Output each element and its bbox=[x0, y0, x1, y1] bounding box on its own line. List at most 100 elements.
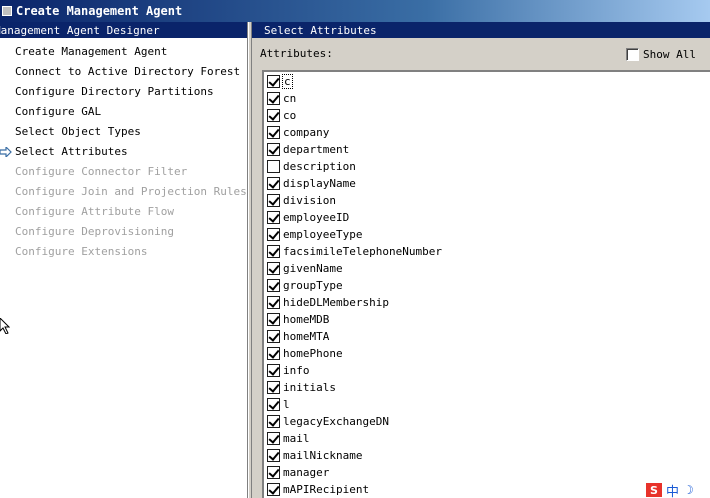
attribute-list-item[interactable]: initials bbox=[264, 379, 710, 396]
designer-pane: Management Agent Designer Create Managem… bbox=[0, 22, 248, 498]
wizard-step-label: Create Management Agent bbox=[15, 45, 168, 58]
attribute-name: mail bbox=[283, 432, 310, 445]
attribute-list-item[interactable]: givenName bbox=[264, 260, 710, 277]
attribute-list-item[interactable]: description bbox=[264, 158, 710, 175]
show-all-label[interactable]: Show All bbox=[643, 48, 696, 61]
attribute-name: l bbox=[283, 398, 290, 411]
checked-checkbox-icon[interactable] bbox=[267, 194, 280, 207]
attribute-name: givenName bbox=[283, 262, 343, 275]
checked-checkbox-icon[interactable] bbox=[267, 211, 280, 224]
attribute-list-item[interactable]: mail bbox=[264, 430, 710, 447]
wizard-step[interactable]: Configure Directory Partitions bbox=[0, 82, 247, 102]
attribute-name: homePhone bbox=[283, 347, 343, 360]
attribute-name: mAPIRecipient bbox=[283, 483, 370, 496]
wizard-step-label: Configure Join and Projection Rules bbox=[15, 185, 247, 198]
attribute-list-item[interactable]: info bbox=[264, 362, 710, 379]
wizard-step: Configure Attribute Flow bbox=[0, 202, 247, 222]
attribute-name: employeeType bbox=[283, 228, 363, 241]
wizard-step-label: Configure Directory Partitions bbox=[15, 85, 214, 98]
checked-checkbox-icon[interactable] bbox=[267, 143, 280, 156]
checked-checkbox-icon[interactable] bbox=[267, 381, 280, 394]
wizard-step[interactable]: Select Attributes bbox=[0, 142, 247, 162]
checked-checkbox-icon[interactable] bbox=[267, 109, 280, 122]
wizard-step[interactable]: Select Object Types bbox=[0, 122, 247, 142]
checked-checkbox-icon[interactable] bbox=[267, 75, 280, 88]
attribute-name: co bbox=[283, 109, 297, 122]
attribute-list-item[interactable]: legacyExchangeDN bbox=[264, 413, 710, 430]
attribute-name: initials bbox=[283, 381, 336, 394]
wizard-step[interactable]: Connect to Active Directory Forest bbox=[0, 62, 247, 82]
attribute-list-item[interactable]: co bbox=[264, 107, 710, 124]
attribute-list-item[interactable]: c bbox=[264, 73, 710, 90]
checked-checkbox-icon[interactable] bbox=[267, 262, 280, 275]
wizard-step[interactable]: Configure GAL bbox=[0, 102, 247, 122]
wizard-step: Configure Connector Filter bbox=[0, 162, 247, 182]
checked-checkbox-icon[interactable] bbox=[267, 347, 280, 360]
ime-language-indicator[interactable]: 中 bbox=[666, 481, 679, 498]
select-attributes-title: Select Attributes bbox=[264, 23, 377, 37]
attribute-list-item[interactable]: homeMTA bbox=[264, 328, 710, 345]
wizard-step-label: Configure Attribute Flow bbox=[15, 205, 174, 218]
checked-checkbox-icon[interactable] bbox=[267, 432, 280, 445]
wizard-step-label: Select Object Types bbox=[15, 125, 141, 138]
attributes-list[interactable]: c cn co company department description display… bbox=[262, 70, 710, 498]
select-attributes-pane: Select Attributes Attributes: Show All c… bbox=[252, 22, 710, 498]
select-attributes-header: Select Attributes bbox=[252, 22, 710, 38]
moon-icon[interactable]: ☽ bbox=[683, 483, 694, 497]
attribute-list-item[interactable]: cn bbox=[264, 90, 710, 107]
mouse-cursor-icon bbox=[0, 318, 10, 334]
attribute-list-item[interactable]: displayName bbox=[264, 175, 710, 192]
ime-tray[interactable]: S 中 ☽ bbox=[644, 482, 710, 498]
attribute-list-item[interactable]: hideDLMembership bbox=[264, 294, 710, 311]
attribute-name: c bbox=[282, 74, 293, 89]
checked-checkbox-icon[interactable] bbox=[267, 228, 280, 241]
wizard-step[interactable]: Create Management Agent bbox=[0, 42, 247, 62]
checked-checkbox-icon[interactable] bbox=[267, 483, 280, 496]
attribute-list-item[interactable]: homeMDB bbox=[264, 311, 710, 328]
checked-checkbox-icon[interactable] bbox=[267, 398, 280, 411]
attribute-name: division bbox=[283, 194, 336, 207]
checked-checkbox-icon[interactable] bbox=[267, 126, 280, 139]
checked-checkbox-icon[interactable] bbox=[267, 279, 280, 292]
designer-pane-header: Management Agent Designer bbox=[0, 22, 247, 38]
wizard-step-label: Select Attributes bbox=[15, 145, 128, 158]
attribute-list-item[interactable]: employeeID bbox=[264, 209, 710, 226]
checked-checkbox-icon[interactable] bbox=[267, 330, 280, 343]
attribute-list-item[interactable]: division bbox=[264, 192, 710, 209]
checked-checkbox-icon[interactable] bbox=[267, 177, 280, 190]
attribute-name: hideDLMembership bbox=[283, 296, 389, 309]
attribute-list-item[interactable]: manager bbox=[264, 464, 710, 481]
attribute-list-item[interactable]: groupType bbox=[264, 277, 710, 294]
show-all-checkbox[interactable]: Show All bbox=[626, 46, 696, 62]
checked-checkbox-icon[interactable] bbox=[267, 364, 280, 377]
attributes-label: Attributes: bbox=[260, 47, 333, 60]
checked-checkbox-icon[interactable] bbox=[267, 296, 280, 309]
show-all-checkbox-box[interactable] bbox=[626, 47, 640, 61]
attribute-list-item[interactable]: company bbox=[264, 124, 710, 141]
attribute-name: homeMDB bbox=[283, 313, 330, 326]
checked-checkbox-icon[interactable] bbox=[267, 92, 280, 105]
ime-logo-icon[interactable]: S bbox=[646, 483, 662, 497]
checked-checkbox-icon[interactable] bbox=[267, 245, 280, 258]
attribute-name: employeeID bbox=[283, 211, 350, 224]
attribute-list-item[interactable]: l bbox=[264, 396, 710, 413]
checked-checkbox-icon[interactable] bbox=[267, 449, 280, 462]
attribute-list-item[interactable]: employeeType bbox=[264, 226, 710, 243]
attribute-list-item[interactable]: facsimileTelephoneNumber bbox=[264, 243, 710, 260]
attribute-list-item[interactable]: mailNickname bbox=[264, 447, 710, 464]
attribute-list-item[interactable]: homePhone bbox=[264, 345, 710, 362]
attribute-name: info bbox=[283, 364, 310, 377]
attribute-list-item[interactable]: department bbox=[264, 141, 710, 158]
checked-checkbox-icon[interactable] bbox=[267, 415, 280, 428]
attribute-name: cn bbox=[283, 92, 297, 105]
attribute-name: description bbox=[283, 160, 356, 173]
checked-checkbox-icon[interactable] bbox=[267, 466, 280, 479]
wizard-steps: Create Management Agent Connect to Active… bbox=[0, 38, 247, 262]
window-title: Create Management Agent bbox=[16, 4, 183, 18]
unchecked-checkbox-icon[interactable] bbox=[267, 160, 280, 173]
attribute-name: company bbox=[283, 126, 330, 139]
attribute-name: homeMTA bbox=[283, 330, 330, 343]
current-step-arrow-icon bbox=[0, 147, 12, 157]
checked-checkbox-icon[interactable] bbox=[267, 313, 280, 326]
window-titlebar[interactable]: Create Management Agent bbox=[0, 0, 710, 22]
